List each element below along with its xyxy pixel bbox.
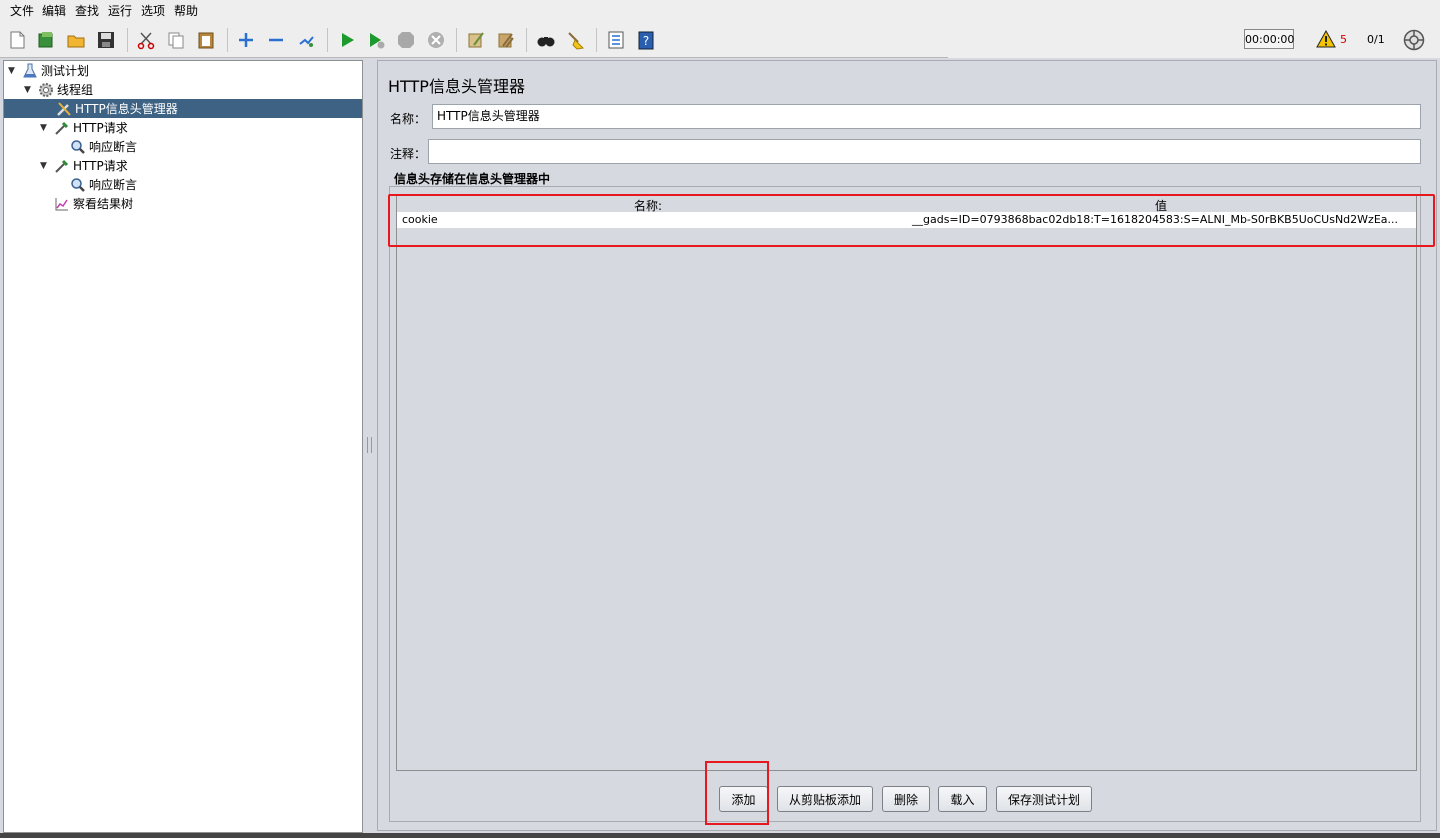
delete-button[interactable]: 删除 xyxy=(882,786,930,812)
expand-icon[interactable] xyxy=(236,30,256,50)
page-title: HTTP信息头管理器 xyxy=(388,77,525,96)
tree-node-response-assertion[interactable]: 响应断言 xyxy=(70,175,137,194)
copy-icon[interactable] xyxy=(166,30,186,50)
toolbar-divider xyxy=(0,57,948,58)
bottom-edge xyxy=(0,833,1440,838)
name-label: 名称： xyxy=(390,112,427,126)
tree-node-label: 线程组 xyxy=(57,83,94,97)
menu-options[interactable]: 选项 xyxy=(141,2,165,19)
tree-node-http-request[interactable]: HTTP请求 xyxy=(54,118,128,137)
remote-engines-icon[interactable] xyxy=(1403,29,1425,51)
menu-edit[interactable]: 编辑 xyxy=(42,2,66,19)
elapsed-timer: 00:00:00 xyxy=(1244,29,1294,49)
tree-node-label: 测试计划 xyxy=(41,64,90,78)
collapse-icon[interactable] xyxy=(266,30,286,50)
active-threads: 0/1 xyxy=(1367,33,1385,46)
add-from-clipboard-button[interactable]: 从剪贴板添加 xyxy=(777,786,873,812)
warning-count[interactable]: 5 xyxy=(1340,33,1347,46)
name-field[interactable]: HTTP信息头管理器 xyxy=(432,104,1421,129)
comment-field[interactable] xyxy=(428,139,1421,164)
expand-toggle-icon[interactable]: ▼ xyxy=(24,85,31,95)
annotation-highlight-box xyxy=(705,761,769,825)
load-button[interactable]: 载入 xyxy=(938,786,987,812)
wrench-icon xyxy=(57,101,71,116)
expand-toggle-icon[interactable]: ▼ xyxy=(8,66,15,76)
svg-text:?: ? xyxy=(643,34,649,48)
open-icon[interactable] xyxy=(66,30,86,50)
search-icon[interactable] xyxy=(536,30,556,50)
magnifier-icon xyxy=(71,139,85,154)
save-test-plan-button[interactable]: 保存测试计划 xyxy=(996,786,1092,812)
tree-node-test-plan[interactable]: 测试计划 xyxy=(22,61,89,80)
menu-run[interactable]: 运行 xyxy=(108,2,132,19)
save-icon[interactable] xyxy=(96,30,116,50)
menu-bar: 文件 编辑 查找 运行 选项 帮助 xyxy=(0,0,1440,20)
toolbar: ? xyxy=(0,20,1440,58)
expand-toggle-icon[interactable]: ▼ xyxy=(40,161,47,171)
flask-icon xyxy=(23,63,37,77)
tree-node-label: 响应断言 xyxy=(89,178,138,192)
function-helper-icon[interactable] xyxy=(606,30,626,50)
tree-node-http-request[interactable]: HTTP请求 xyxy=(54,156,128,175)
reset-search-icon[interactable] xyxy=(566,30,586,50)
pipette-icon xyxy=(55,159,69,173)
section-title: 信息头存储在信息头管理器中 xyxy=(394,172,551,186)
test-plan-tree: ▼ 测试计划 ▼ 线程组 HTTP信息头管理器 ▼ HTTP请求 响应断言 ▼ … xyxy=(3,60,363,833)
tree-node-label: 察看结果树 xyxy=(73,197,134,211)
tree-node-thread-group[interactable]: 线程组 xyxy=(38,80,93,99)
cut-icon[interactable] xyxy=(136,30,156,50)
start-icon[interactable] xyxy=(337,30,357,50)
shutdown-icon[interactable] xyxy=(426,30,446,50)
clear-all-icon[interactable] xyxy=(496,30,516,50)
tree-node-response-assertion[interactable]: 响应断言 xyxy=(70,137,137,156)
start-no-pauses-icon[interactable] xyxy=(366,30,386,50)
clear-icon[interactable] xyxy=(466,30,486,50)
warning-icon[interactable] xyxy=(1316,30,1336,48)
stop-icon[interactable] xyxy=(396,30,416,50)
menu-find[interactable]: 查找 xyxy=(75,2,99,19)
headers-table xyxy=(396,195,1417,771)
toggle-icon[interactable] xyxy=(296,30,316,50)
menu-file[interactable]: 文件 xyxy=(10,2,34,19)
tree-node-view-results-tree[interactable]: 察看结果树 xyxy=(54,194,133,213)
graph-icon xyxy=(55,197,68,210)
pipette-icon xyxy=(55,121,69,135)
gear-icon xyxy=(39,82,53,97)
expand-toggle-icon[interactable]: ▼ xyxy=(40,123,47,133)
tree-node-label: 响应断言 xyxy=(89,140,138,154)
templates-icon[interactable] xyxy=(36,30,56,50)
help-icon[interactable]: ? xyxy=(636,30,656,50)
menu-help[interactable]: 帮助 xyxy=(174,2,198,19)
comment-label: 注释： xyxy=(390,147,427,161)
tree-node-label: HTTP请求 xyxy=(73,121,128,135)
paste-icon[interactable] xyxy=(196,30,216,50)
magnifier-icon xyxy=(71,177,85,192)
new-icon[interactable] xyxy=(7,30,27,50)
splitter-grip[interactable] xyxy=(367,437,372,453)
annotation-highlight-box xyxy=(388,194,1435,247)
tree-node-header-manager[interactable]: HTTP信息头管理器 xyxy=(4,99,362,118)
tree-node-label: HTTP请求 xyxy=(73,159,128,173)
tree-node-label: HTTP信息头管理器 xyxy=(75,102,178,116)
